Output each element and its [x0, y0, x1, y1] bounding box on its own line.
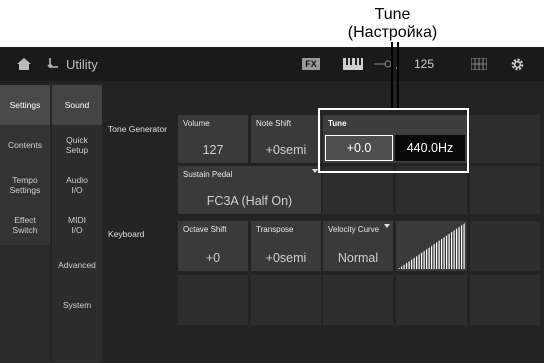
- volume-cell[interactable]: Volume 127: [178, 115, 248, 163]
- empty-cell-r4c: [323, 275, 393, 325]
- subtab-advanced-label: Advanced: [58, 260, 96, 270]
- section-tone-generator: Tone Generator: [108, 124, 168, 134]
- left-tab-column: Settings Contents Tempo Settings Effect …: [0, 85, 50, 363]
- subtab-quick-setup[interactable]: Quick Setup: [52, 125, 102, 165]
- note-shift-value: +0semi: [265, 143, 307, 157]
- subtab-system[interactable]: System: [52, 285, 102, 325]
- callout-title: Tune: [374, 6, 411, 23]
- keyboard-icon: [338, 47, 368, 81]
- dropdown-triangle-icon: [384, 224, 390, 228]
- subtab-sound-label: Sound: [64, 100, 90, 110]
- tab-effect-switch[interactable]: Effect Switch: [0, 205, 50, 245]
- tab-contents-label: Contents: [7, 140, 43, 150]
- subtab-advanced[interactable]: Advanced: [52, 245, 102, 285]
- tab-empty-1: [0, 245, 50, 285]
- empty-cell-r4e: [470, 275, 540, 325]
- octave-shift-cell[interactable]: Octave Shift +0: [178, 221, 248, 271]
- sub-tab-column: Sound Quick Setup Audio I/O MIDI I/O Adv…: [52, 85, 102, 363]
- octave-shift-value: +0: [205, 251, 221, 265]
- empty-cell-r1: [470, 115, 540, 163]
- callout-subtitle: (Настройка): [347, 24, 438, 41]
- velocity-curve-label: Velocity Curve: [328, 225, 380, 234]
- top-bar: Utility FX ♩ 125: [0, 47, 544, 81]
- volume-value: 127: [202, 143, 224, 157]
- sustain-pedal-value: FC3A (Half On): [206, 194, 293, 208]
- tune-highlight-box: [318, 108, 469, 173]
- utility-title-area: Utility: [46, 47, 146, 81]
- gear-icon: [511, 58, 523, 70]
- subtab-sound[interactable]: Sound: [52, 85, 102, 125]
- empty-cell-r4b: [251, 275, 321, 325]
- subtab-system-label: System: [62, 300, 92, 310]
- tab-empty-2: [0, 285, 50, 325]
- tab-tempo-settings-label: Tempo Settings: [9, 175, 41, 195]
- velocity-curve-graph: [396, 221, 467, 271]
- empty-cell-r4d: [396, 275, 467, 325]
- subtab-audio-io-label: Audio I/O: [66, 175, 88, 195]
- settings-button[interactable]: [504, 47, 530, 81]
- callout-line-left: [391, 42, 393, 108]
- home-icon: [17, 58, 31, 70]
- transpose-cell[interactable]: Transpose +0semi: [251, 221, 321, 271]
- grid-icon[interactable]: [466, 47, 492, 81]
- empty-cell-r4a: [178, 275, 248, 325]
- page-title: Utility: [66, 56, 98, 72]
- tab-effect-switch-label: Effect Switch: [12, 215, 38, 235]
- note-shift-label: Note Shift: [256, 119, 292, 128]
- tab-settings-label: Settings: [9, 100, 41, 110]
- octave-shift-label: Octave Shift: [183, 225, 227, 234]
- sustain-pedal-cell[interactable]: Sustain Pedal FC3A (Half On): [178, 166, 321, 214]
- tab-tempo-settings[interactable]: Tempo Settings: [0, 165, 50, 205]
- empty-cell-r2c: [470, 166, 540, 214]
- transpose-label: Transpose: [256, 225, 294, 234]
- subtab-midi-io-label: MIDI I/O: [68, 215, 86, 235]
- tune-callout: Tune (Настройка): [340, 6, 445, 42]
- tab-settings[interactable]: Settings: [0, 85, 50, 125]
- empty-cell-r2b: [396, 166, 467, 214]
- velocity-curve-value: Normal: [337, 251, 379, 265]
- subtab-audio-io[interactable]: Audio I/O: [52, 165, 102, 205]
- home-button[interactable]: [6, 47, 42, 81]
- device-screen: Utility FX ♩ 125 Settings Contents Tempo…: [0, 47, 544, 363]
- velocity-curve-cell[interactable]: Velocity Curve Normal: [323, 221, 393, 271]
- utility-icon: [47, 58, 58, 68]
- empty-cell-r2a: [323, 166, 393, 214]
- fx-badge-label: FX: [302, 58, 320, 70]
- velocity-curve-graph-icon: [398, 223, 465, 269]
- sustain-pedal-label: Sustain Pedal: [183, 170, 233, 179]
- fx-badge: FX: [300, 47, 322, 81]
- subtab-midi-io[interactable]: MIDI I/O: [52, 205, 102, 245]
- note-shift-cell[interactable]: Note Shift +0semi: [251, 115, 321, 163]
- tab-contents[interactable]: Contents: [0, 125, 50, 165]
- transpose-value: +0semi: [265, 251, 307, 265]
- tempo-value: 125: [414, 57, 435, 71]
- subtab-quick-setup-label: Quick Setup: [65, 135, 89, 155]
- volume-label: Volume: [183, 119, 210, 128]
- callout-line-right: [397, 42, 399, 108]
- empty-cell-r3: [470, 221, 540, 271]
- tempo-display[interactable]: ♩ 125: [395, 47, 455, 81]
- section-keyboard: Keyboard: [108, 229, 145, 239]
- tab-empty-3: [0, 325, 50, 363]
